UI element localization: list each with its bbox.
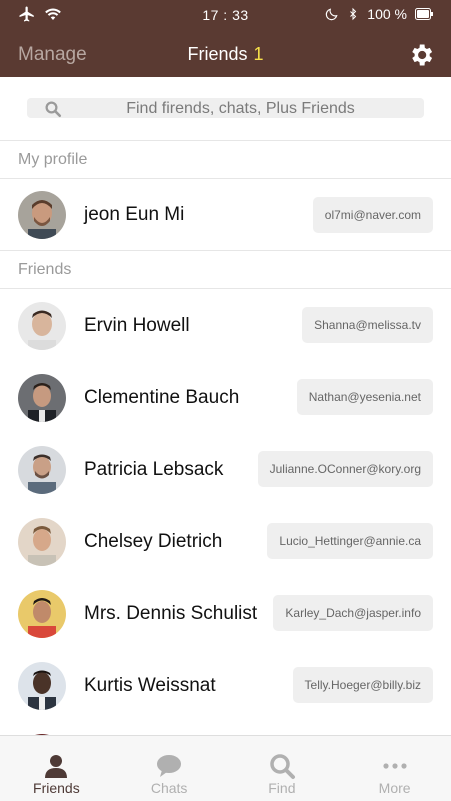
search-bar: Find firends, chats, Plus Friends	[0, 77, 451, 141]
friend-name: Mrs. Dennis Schulist	[84, 603, 258, 624]
moon-icon	[326, 8, 338, 21]
avatar	[18, 590, 66, 638]
avatar	[18, 191, 66, 239]
tab-friends[interactable]: Friends	[0, 736, 113, 801]
friend-name: Chelsey Dietrich	[84, 531, 223, 552]
friends-screen: 17 : 33 100 % Manage Friends 1 Find fire…	[0, 0, 451, 801]
section-label-friends: Friends	[0, 251, 451, 289]
tab-chats-label: Chats	[150, 780, 188, 796]
search-input[interactable]: Find firends, chats, Plus Friends	[27, 98, 424, 118]
avatar	[18, 374, 66, 422]
friend-count-badge: 1	[253, 44, 264, 64]
avatar	[18, 302, 66, 350]
profile-name: jeon Eun Mi	[84, 204, 185, 225]
tab-more[interactable]: More	[338, 736, 451, 801]
page-title: Friends 1	[0, 44, 451, 65]
tab-find[interactable]: Find	[226, 736, 339, 801]
status-right: 100 %	[325, 6, 433, 22]
friend-email: Nathan@yesenia.net	[296, 379, 433, 415]
friend-email: Julianne.OConner@kory.org	[257, 451, 433, 487]
friend-name: Ervin Howell	[84, 315, 190, 336]
friend-email: Telly.Hoeger@billy.biz	[292, 667, 433, 703]
battery-percent: 100 %	[367, 6, 407, 22]
chat-bubble-icon	[157, 755, 182, 777]
settings-gear-icon[interactable]	[407, 41, 435, 69]
friend-email: Shanna@melissa.tv	[302, 307, 433, 343]
tab-chats[interactable]: Chats	[113, 736, 226, 801]
avatar	[18, 662, 66, 710]
friend-name: Clementine Bauch	[84, 387, 240, 408]
friend-name: Kurtis Weissnat	[84, 675, 216, 696]
more-dots-icon	[383, 763, 407, 769]
profile-email: ol7mi@naver.com	[312, 197, 433, 233]
friend-row[interactable]: Clementine Bauch Nathan@yesenia.net	[0, 362, 451, 434]
tab-friends-label: Friends	[33, 780, 80, 796]
avatar	[18, 446, 66, 494]
section-label-my-profile: My profile	[0, 141, 451, 179]
tab-more-label: More	[378, 780, 411, 796]
person-icon	[45, 755, 68, 778]
search-placeholder: Find firends, chats, Plus Friends	[126, 100, 355, 117]
friend-row[interactable]: Ervin Howell Shanna@melissa.tv	[0, 290, 451, 362]
friend-row[interactable]: Kurtis Weissnat Telly.Hoeger@billy.biz	[0, 650, 451, 722]
bluetooth-icon	[350, 7, 357, 21]
status-bar: 17 : 33 100 %	[0, 0, 451, 32]
my-profile-row[interactable]: jeon Eun Mi ol7mi@naver.com	[0, 179, 451, 251]
page-title-text: Friends	[187, 44, 248, 64]
friend-row[interactable]: Patricia Lebsack Julianne.OConner@kory.o…	[0, 434, 451, 506]
friend-email: Lucio_Hettinger@annie.ca	[267, 523, 433, 559]
search-icon	[270, 754, 295, 779]
friend-row[interactable]: Chelsey Dietrich Lucio_Hettinger@annie.c…	[0, 506, 451, 578]
bottom-tab-bar: Friends Chats Find More	[0, 735, 451, 801]
friend-email: Karley_Dach@jasper.info	[273, 595, 433, 631]
avatar	[18, 518, 66, 566]
app-header: Manage Friends 1	[0, 32, 451, 77]
friend-name: Patricia Lebsack	[84, 459, 224, 480]
battery-icon	[415, 8, 433, 20]
tab-find-label: Find	[268, 780, 296, 796]
friend-row[interactable]: Mrs. Dennis Schulist Karley_Dach@jasper.…	[0, 578, 451, 650]
